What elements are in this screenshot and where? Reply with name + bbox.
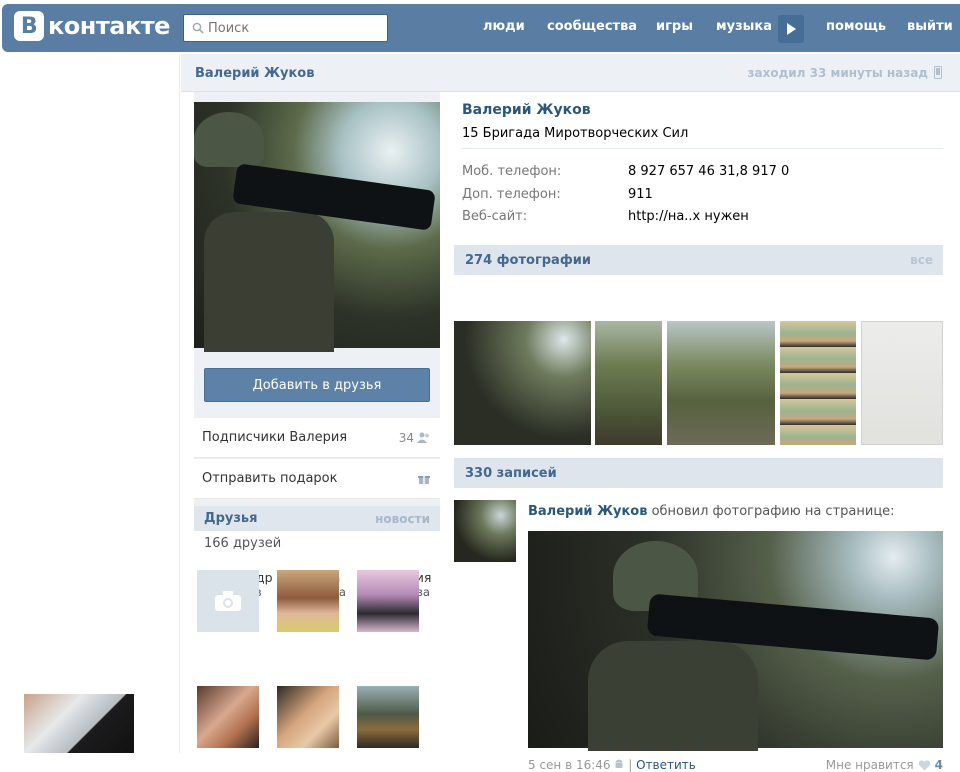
camera-icon (215, 591, 241, 611)
friends-grid: Александр Захаров Иветта Ахметова Анаста… (194, 556, 440, 753)
friends-count[interactable]: 166 друзей (194, 531, 440, 556)
info-key: Веб-сайт: (462, 209, 528, 224)
photo-thumb[interactable] (861, 321, 943, 445)
followers-row[interactable]: Подписчики Валерия 34 (194, 418, 440, 458)
last-seen-status: заходил 33 минуты назад (747, 66, 928, 80)
photos-section-header[interactable]: 274 фотографии все (454, 245, 943, 275)
profile-name: Валерий Жуков (462, 102, 591, 118)
friend-photo[interactable] (197, 686, 259, 748)
page-title: Валерий Жуков (195, 66, 315, 81)
nav-help[interactable]: помощь (826, 19, 886, 34)
friends-title[interactable]: Друзья (204, 511, 257, 526)
profile-status: 15 Бригада Миротворческих Сил (462, 126, 689, 141)
post-author-link[interactable]: Валерий Жуков (528, 504, 647, 519)
post-like-button[interactable]: Мне нравится 4 (826, 758, 943, 772)
divider (462, 148, 943, 149)
friend-photo-placeholder[interactable] (197, 570, 259, 632)
info-value: 8 927 657 46 31,8 917 0 (628, 164, 790, 179)
nav-logout[interactable]: выйти (907, 19, 953, 34)
photo-thumb[interactable] (454, 321, 591, 445)
friend-photo[interactable] (277, 570, 339, 632)
post-separator: | (628, 758, 633, 772)
logo-text: контакте (48, 12, 170, 40)
info-key: Доп. телефон: (462, 187, 561, 202)
post-action-text: обновил фотографию на странице: (651, 504, 895, 519)
post-author-avatar[interactable] (454, 500, 516, 562)
profile-page: Валерий Жуков заходил 33 минуты назад До… (181, 54, 960, 772)
play-icon (787, 23, 796, 35)
friend-card[interactable]: Иветта Ахметова (277, 570, 357, 632)
nav-games[interactable]: игры (656, 19, 693, 34)
add-friend-button[interactable]: Добавить в друзья (204, 368, 430, 402)
search-icon (192, 22, 204, 34)
search-input[interactable] (208, 20, 378, 36)
gift-icon (418, 475, 430, 484)
post-footer: 5 сен в 16:46 | Ответить (528, 758, 696, 772)
info-key: Моб. телефон: (462, 164, 562, 179)
nav-people[interactable]: люди (483, 19, 525, 34)
post-date[interactable]: 5 сен в 16:46 (528, 758, 611, 772)
send-gift-label: Отправить подарок (202, 471, 338, 486)
photo-thumb[interactable] (780, 321, 856, 445)
followers-count-wrap: 34 (399, 431, 430, 445)
friend-photo[interactable] (357, 686, 419, 748)
gift-icon-wrap (418, 473, 430, 485)
mobile-icon (934, 66, 942, 79)
photo-thumb[interactable] (667, 321, 775, 445)
photos-all-link[interactable]: все (910, 253, 933, 267)
nav-music[interactable]: музыка (716, 19, 772, 34)
friend-card[interactable]: Александр Захаров (197, 570, 277, 632)
top-header: В контакте люди сообщества игры музыка п… (0, 0, 960, 54)
send-gift-row[interactable]: Отправить подарок (194, 459, 440, 499)
info-value[interactable]: http://на..х нужен (628, 209, 749, 224)
followers-icon (417, 432, 429, 443)
post-header: Валерий Жуков обновил фотографию на стра… (528, 504, 895, 519)
friends-header[interactable]: Друзья новости (194, 506, 440, 531)
like-count: 4 (934, 758, 943, 772)
vk-logo[interactable]: В контакте (14, 11, 170, 41)
music-play-button[interactable] (778, 15, 804, 43)
friend-photo[interactable] (357, 570, 419, 632)
left-sidebar (0, 54, 180, 753)
wall-title[interactable]: 330 записей (465, 466, 557, 481)
friend-card[interactable]: Анастасия Эдуардова (357, 570, 437, 632)
sidebar-ad-image[interactable] (24, 694, 134, 753)
profile-top-bar: Валерий Жуков заходил 33 минуты назад (181, 54, 960, 92)
wall-section-header[interactable]: 330 записей (454, 458, 943, 488)
followers-count: 34 (398, 430, 414, 445)
info-value: 911 (628, 187, 653, 202)
photos-title[interactable]: 274 фотографии (465, 253, 591, 268)
post-photo[interactable] (528, 531, 943, 751)
post-figure (588, 641, 758, 751)
profile-avatar[interactable] (194, 102, 440, 352)
avatar-figure (204, 212, 334, 352)
heart-icon (918, 759, 930, 770)
nav-communities[interactable]: сообщества (547, 19, 637, 34)
friends-news-link[interactable]: новости (375, 512, 430, 526)
search-box[interactable] (183, 14, 388, 42)
post-reply-link[interactable]: Ответить (636, 758, 696, 772)
photo-strip (454, 321, 943, 445)
avatar-helmet (194, 112, 264, 167)
followers-label: Подписчики Валерия (202, 430, 348, 445)
android-icon (615, 759, 623, 768)
logo-letter: В (14, 11, 44, 41)
friend-photo[interactable] (277, 686, 339, 748)
like-label: Мне нравится (825, 758, 914, 772)
photo-thumb[interactable] (595, 321, 662, 445)
